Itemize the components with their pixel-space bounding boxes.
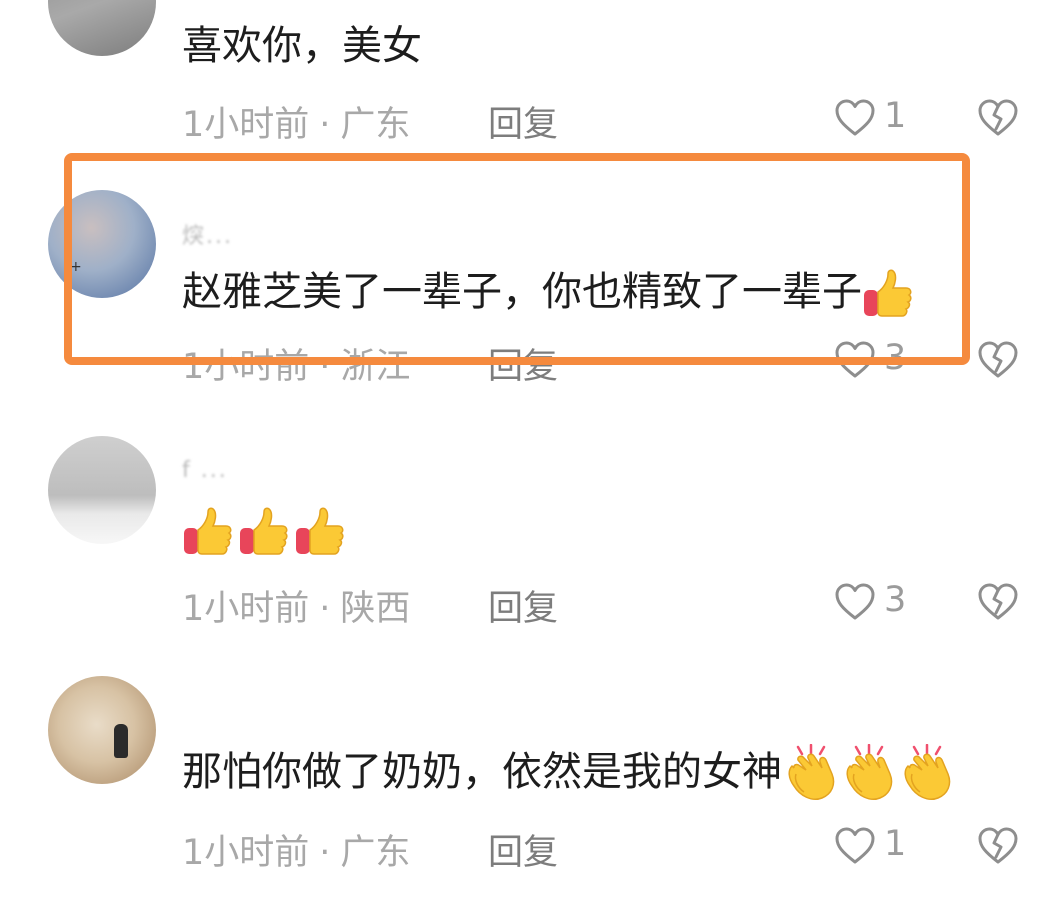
comment-text: 那怕你做了奶奶，依然是我的女神 xyxy=(182,744,956,804)
broken-heart-icon[interactable] xyxy=(976,826,1020,866)
avatar-figure xyxy=(114,724,128,758)
clapping-hands-emoji-icon xyxy=(782,744,840,804)
heart-outline-icon[interactable] xyxy=(834,826,876,866)
clapping-hands-emoji-icon xyxy=(898,744,956,804)
comment-time: 1小时前 xyxy=(182,833,310,873)
like-count: 1 xyxy=(884,824,907,864)
comment-item-4: 那怕你做了奶奶，依然是我的女神 1小时前 · 广东 回复 1 xyxy=(0,0,1047,919)
meta-separator: · xyxy=(319,833,331,873)
clapping-hands-emoji-icon xyxy=(840,744,898,804)
reply-button[interactable]: 回复 xyxy=(488,824,558,875)
comment-meta: 1小时前 · 广东 xyxy=(182,824,410,875)
comment-text-content: 那怕你做了奶奶，依然是我的女神 xyxy=(182,749,782,795)
comment-location: 广东 xyxy=(340,833,411,873)
avatar[interactable] xyxy=(48,676,156,784)
